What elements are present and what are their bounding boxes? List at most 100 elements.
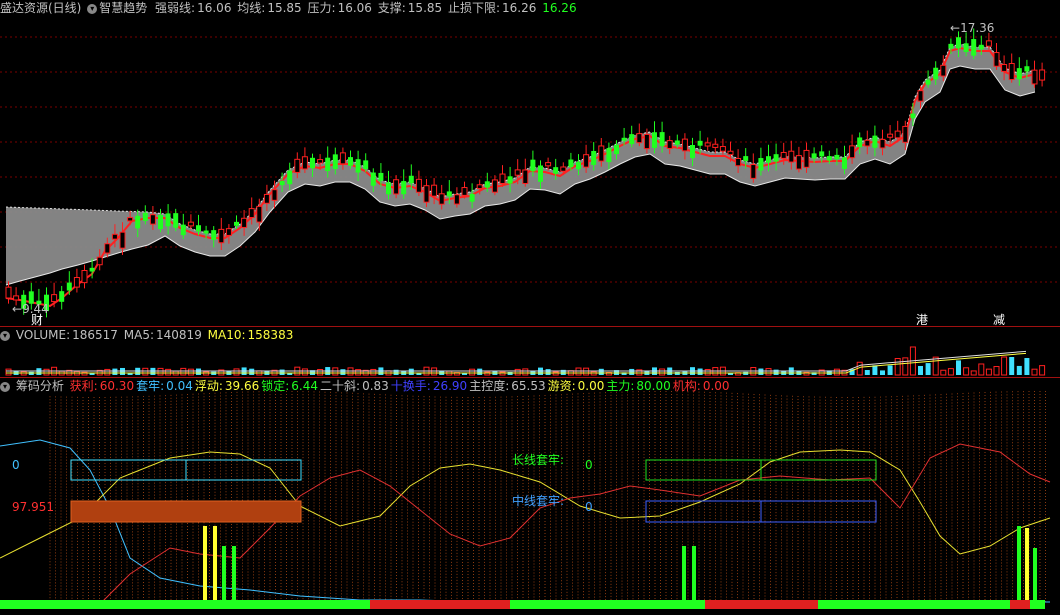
candle-up [780,151,787,159]
volume-bar-up [522,368,529,376]
volume-bar-down [629,368,635,375]
candle-up [666,140,673,149]
volume-bar-down [925,363,931,375]
signal-bar [692,546,696,606]
candle-down [591,150,597,165]
ribbon-segment [370,600,510,609]
collapse-icon[interactable]: ▾ [0,330,10,341]
chip-item-value-6: 65.53 [511,379,546,393]
mid-trap-label: 中线套牢: [512,494,565,508]
volume-bar-down [1009,357,1015,375]
ma10-label: MA10: [207,328,246,342]
volume-bar-down [1016,365,1022,375]
candle-down [530,159,536,172]
candle-up [598,145,605,162]
volume-bar-up [902,357,909,376]
candle-down [89,267,95,272]
volume-bar-down [773,369,779,375]
volume-bar-up [469,368,476,376]
candle-up [719,146,726,152]
price-panel[interactable]: 盛达资源(日线) ▾ 智慧趋势 强弱线: 16.06 均线: 15.85 压力: 16.… [0,0,1060,328]
long-trap-value: 0 [585,458,593,472]
volume-bar-down [408,368,414,375]
long-trap-label: 长线套牢: [512,453,565,467]
chip-item-label-9: 机构: [672,379,701,393]
volume-bar-up [157,367,164,376]
candle-up [453,194,460,205]
chip-item-value-3: 6.44 [291,379,319,393]
volume-panel[interactable]: ▾ VOLUME: 186517 MA5: 140819 MA10: 158383 [0,327,1060,377]
candlestick-chart[interactable] [0,0,1060,326]
mid-trap-box-left [70,500,302,523]
candle-up [187,221,194,227]
candle-down [629,134,635,145]
candle-up [750,164,757,179]
chip-item-value-5: 26.90 [432,379,468,393]
collapse-icon[interactable]: ▾ [87,3,98,14]
volume-bar-up [978,363,985,376]
candle-down [842,157,847,169]
candle-down [568,159,574,168]
volume-bar-up [317,368,324,376]
candle-up [423,185,430,203]
stock-title: 盛达资源(日线) [0,1,82,15]
collapse-icon[interactable]: ▾ [0,381,10,392]
candle-down [401,181,407,195]
tag-cai[interactable]: 财 [31,311,43,328]
ribbon-segment [1010,600,1030,609]
candle-down [287,170,293,185]
signal-bar [1025,528,1029,606]
candle-down [538,165,543,182]
candle-up [438,193,445,205]
ribbon-segment [818,600,1010,609]
jx-value: 15.85 [267,1,302,15]
candle-up [491,179,498,193]
candle-up [545,162,552,167]
candle-down [576,161,581,170]
candle-down [1024,66,1030,72]
candle-up [119,231,126,249]
ribbon-segment [1030,600,1045,609]
candle-up [864,139,871,147]
chip-item-label-3: 锁定: [261,379,290,393]
candle-down [165,213,171,227]
candle-down [652,132,657,148]
chip-panel[interactable]: ▾ 筹码分析 获利: 60.30 套牢: 0.04 浮动: 39.66 锁定: 6.44 二十斜… [0,378,1060,615]
signal-bar [682,546,686,606]
volume-bar-down [864,370,870,375]
candle-up [560,166,567,172]
chip-item-label-2: 浮动: [194,379,223,393]
candle-down [956,37,961,49]
candle-up [5,286,12,299]
candle-up [225,228,232,236]
candle-up [339,152,346,165]
volume-bar-down [598,368,604,375]
signal-bar [213,526,217,606]
candle-down [978,44,984,50]
candle-down [408,175,414,184]
candle-down [66,282,72,291]
candle-down [606,148,612,163]
signal-bar [203,526,207,606]
volume-bar-down [112,368,118,375]
volume-bar-down [36,368,42,375]
candle-down [811,153,817,159]
candle-up [1008,63,1015,81]
candle-up [393,179,400,195]
candle-up [499,173,506,184]
volume-bar-up [993,366,1000,376]
volume-bar-up [940,369,947,376]
candle-up [1039,69,1046,81]
candle-up [879,138,886,149]
volume-bar-down [279,369,285,375]
tag-jian[interactable]: 减 [993,311,1005,328]
jx-label: 均线: [237,1,266,15]
volume-bar-up [894,358,901,376]
candle-down [766,156,771,163]
candle-up [317,159,324,164]
volume-bar-up [142,367,149,376]
tag-gang[interactable]: 港 [916,311,928,328]
qrx-label: 强弱线: [155,1,196,15]
candle-up [263,193,270,204]
candle-up [1001,64,1008,72]
